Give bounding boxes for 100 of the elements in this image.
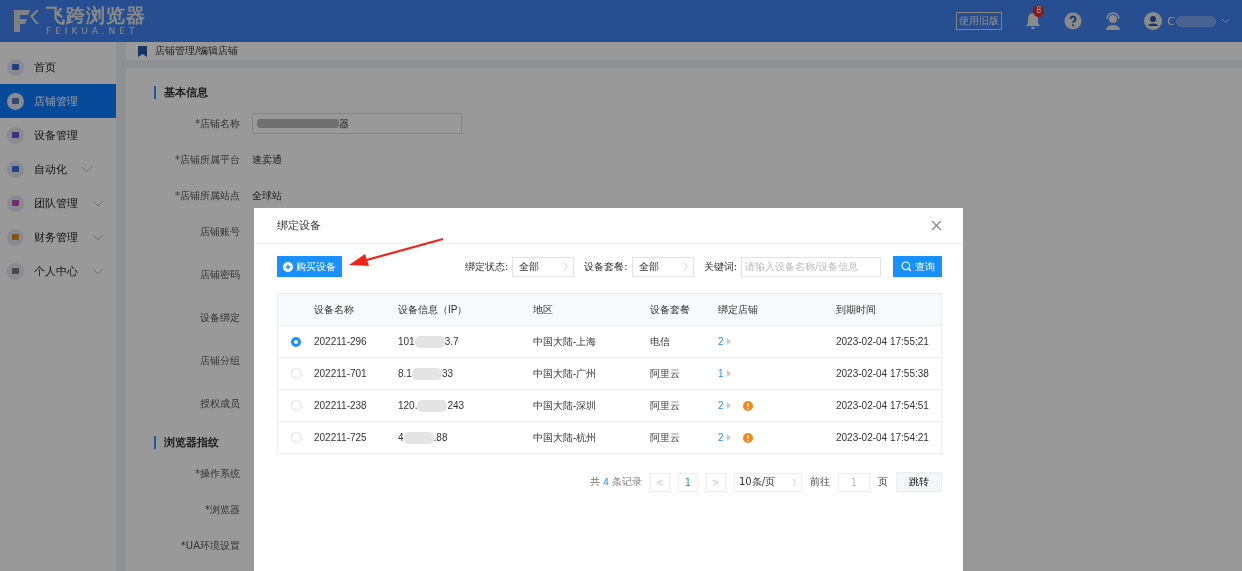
redaction-blur: [417, 399, 448, 412]
field-value: 速卖通: [252, 152, 282, 167]
redaction-blur: [411, 367, 442, 380]
user-name[interactable]: C: [1167, 14, 1175, 28]
table-cell-text: 2023-02-04 17:55:21: [836, 336, 930, 347]
chevron-down-icon: [92, 199, 104, 207]
select-field[interactable]: 全部: [512, 256, 575, 277]
field-label: 店铺账号: [199, 224, 240, 239]
field-label: 授权成员: [199, 396, 240, 411]
total-records: 共 4 条记录: [589, 475, 642, 489]
field-value: 全球站: [252, 188, 282, 203]
column-header: 设备套餐: [650, 302, 691, 317]
caret-right-icon: [726, 338, 731, 345]
breadcrumb: 店铺管理/编辑店铺: [155, 44, 239, 58]
caret-right-icon: [726, 434, 731, 441]
field-label: *UA环境设置: [179, 538, 240, 553]
old-version-button[interactable]: 使用旧版: [956, 12, 1003, 30]
table-cell-text: 202211-238: [314, 400, 368, 411]
table-cell-text: 2023-02-04 17:54:51: [836, 400, 930, 411]
sidebar-item[interactable]: 自动化: [0, 152, 116, 186]
table-cell: 120.: [398, 400, 418, 411]
page-unit-label: 页: [878, 475, 888, 489]
logo-icon: [12, 8, 40, 34]
chevron-down-icon: [92, 233, 104, 241]
table-cell: 3.7: [444, 336, 459, 347]
bound-shops-link[interactable]: 2: [718, 400, 724, 411]
redaction-blur: [403, 431, 434, 444]
page-input[interactable]: 1: [838, 472, 870, 492]
sidebar-item[interactable]: 财务管理: [0, 220, 116, 254]
sidebar-item[interactable]: 设备管理: [0, 118, 116, 152]
sidebar-item[interactable]: 个人中心: [0, 254, 116, 288]
table-cell-text: 202211-296: [314, 336, 368, 347]
search-button[interactable]: 查询: [893, 256, 942, 277]
sidebar-item[interactable]: 团队管理: [0, 186, 116, 220]
menu-icon: [7, 92, 24, 110]
field-label: 店铺分组: [199, 353, 240, 368]
column-header: 到期时间: [836, 302, 877, 317]
jump-button[interactable]: 跳转: [896, 472, 942, 492]
table-cell-text: 中国大陆-深圳: [533, 398, 598, 413]
table-cell-text: 中国大陆-上海: [533, 334, 598, 349]
redaction-blur: [414, 335, 445, 348]
chevron-right-icon: [682, 262, 688, 271]
page-size-select[interactable]: 10条/页: [734, 472, 802, 492]
field-label: *店铺所属平台: [174, 152, 240, 167]
filter-label: 关键词:: [703, 259, 737, 274]
column-header: 地区: [533, 302, 554, 317]
table-cell: 243: [447, 400, 465, 411]
field-label: *店铺所属站点: [174, 188, 240, 203]
table-cell: 8.1: [398, 368, 412, 379]
logo-subtitle: FEIKUA.NET: [46, 27, 140, 36]
chevron-down-icon: [81, 165, 93, 173]
column-header: 设备信息（IP）: [398, 302, 469, 317]
caret-right-icon: [726, 402, 731, 409]
radio-button[interactable]: [291, 336, 301, 347]
table-cell-text: 阿里云: [650, 366, 681, 381]
table-cell: 101: [398, 336, 415, 347]
field-label: 设备绑定: [199, 310, 240, 325]
support-agent-icon[interactable]: [1104, 12, 1123, 30]
caret-right-icon: [726, 370, 731, 377]
redaction-blur: [1176, 15, 1216, 27]
avatar-icon[interactable]: [1144, 12, 1163, 30]
table-cell: 33: [441, 368, 454, 379]
table-cell-text: 2023-02-04 17:55:38: [836, 368, 930, 379]
goto-label: 前往: [810, 475, 830, 489]
menu-icon: [7, 262, 24, 280]
chevron-right-icon: [563, 262, 569, 271]
table-cell-text: 中国大陆-广州: [533, 366, 598, 381]
bookmark-icon: [138, 45, 147, 57]
sidebar-item[interactable]: 首页: [0, 50, 116, 84]
filter-label: 绑定状态:: [464, 259, 509, 274]
field-label: 店铺密码: [199, 267, 240, 282]
notification-badge: 8: [1033, 5, 1045, 17]
search-icon: [900, 261, 912, 272]
menu-icon: [7, 228, 24, 246]
table-cell-text: 202211-701: [314, 368, 368, 379]
field-label: *操作系统: [194, 466, 240, 481]
close-icon[interactable]: [931, 220, 942, 231]
sidebar-item[interactable]: 店铺管理: [0, 84, 116, 118]
menu-icon: [7, 126, 24, 144]
menu-icon: [7, 58, 24, 76]
dialog-title: 绑定设备: [277, 218, 321, 233]
chevron-right-icon: [792, 477, 797, 487]
field-label: *店铺名称: [194, 116, 240, 131]
field-label: *浏览器: [204, 502, 240, 517]
bound-shops-link[interactable]: 2: [718, 336, 724, 347]
buy-device-button[interactable]: 购买设备: [277, 256, 342, 277]
select-field[interactable]: 全部: [631, 256, 694, 277]
column-header: 绑定店铺: [718, 302, 759, 317]
section-title: 基本信息: [154, 86, 1242, 99]
bell-icon[interactable]: [1024, 12, 1043, 30]
table-cell-text: 电信: [650, 334, 671, 349]
plus-circle-icon: [283, 261, 293, 272]
page-button[interactable]: 1: [678, 472, 698, 492]
keyword-input[interactable]: 请输入设备名称/设备信息: [741, 256, 881, 277]
bound-shops-link[interactable]: 1: [718, 368, 724, 379]
chevron-down-icon[interactable]: [1221, 18, 1230, 24]
input-field[interactable]: 器: [252, 113, 462, 134]
column-header: 设备名称: [314, 302, 355, 317]
help-icon[interactable]: [1064, 12, 1083, 30]
table-cell-text: 阿里云: [650, 398, 681, 413]
